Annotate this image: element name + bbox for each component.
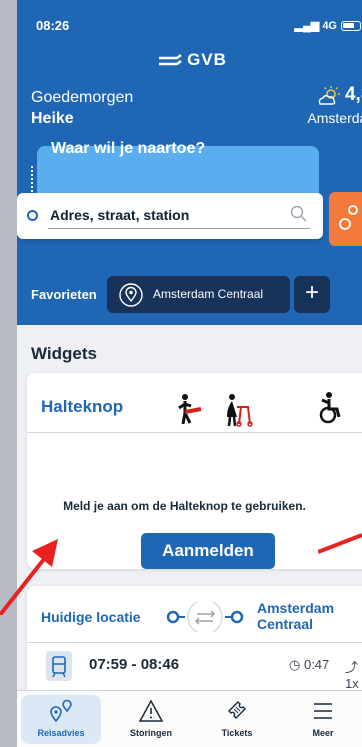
- trip-times: 07:59 - 08:46: [89, 656, 180, 673]
- screen: 08:26 ▂▄▆ 4G GVB Goedemorgen Heike 4,8° …: [0, 0, 362, 747]
- kicking-person-icon: [178, 394, 202, 425]
- tab-label: Meer: [312, 728, 334, 738]
- brand-name: GVB: [187, 50, 227, 69]
- temperature: 4,8°: [344, 84, 362, 105]
- origin-dot-icon: [27, 210, 38, 221]
- header: 08:26 ▂▄▆ 4G GVB Goedemorgen Heike 4,8° …: [17, 0, 362, 325]
- planner-title: Waar wil je naartoe?: [51, 140, 206, 157]
- trip-duration: ◷ 0:47: [289, 657, 329, 673]
- route-widget[interactable]: Huidige locatie Amsterdam Centraal 07:59…: [27, 586, 362, 704]
- brand-logo: GVB: [17, 50, 362, 70]
- add-favorite-button[interactable]: +: [294, 276, 330, 313]
- trip-changes-value: 1x: [345, 676, 359, 691]
- gvb-logo-icon: [159, 53, 182, 65]
- tab-label: Storingen: [130, 728, 172, 738]
- destination-search[interactable]: Adres, straat, station: [17, 193, 323, 239]
- route-to: Amsterdam Centraal: [257, 600, 335, 632]
- widgets-heading: Widgets: [31, 344, 97, 363]
- route-pins-icon: [339, 205, 358, 230]
- route-icon: [50, 699, 72, 723]
- warning-icon: [138, 699, 164, 722]
- trip-row[interactable]: 07:59 - 08:46 ◷ 0:47 ⤴ 1x: [27, 643, 362, 691]
- tab-label: Tickets: [221, 728, 253, 738]
- halteknop-message: Meld je aan om de Halteknop te gebruiken…: [63, 499, 306, 513]
- network-label: 4G: [322, 20, 337, 32]
- search-icon[interactable]: [290, 205, 308, 223]
- partly-sunny-icon: [318, 85, 340, 105]
- trip-changes: ⤴ 1x: [345, 657, 362, 691]
- tab-storingen[interactable]: Storingen: [111, 691, 191, 747]
- route-dotted-line: [31, 166, 33, 192]
- weather-city: Amsterdam: [307, 110, 362, 126]
- signal-icon: ▂▄▆: [294, 20, 323, 32]
- halteknop-title: Halteknop: [41, 397, 124, 416]
- halteknop-widget: Halteknop Meld je aan om de Halteknop te…: [27, 373, 362, 569]
- menu-icon: [314, 703, 332, 719]
- transfer-icon: ⤴: [345, 660, 359, 675]
- elderly-walker-icon: [227, 394, 253, 427]
- annotation-arrow-left: [0, 539, 58, 615]
- login-button[interactable]: Aanmelden: [141, 533, 275, 569]
- tab-label: Reisadvies: [37, 728, 85, 738]
- battery-icon: [341, 21, 361, 31]
- tab-reisadvies[interactable]: Reisadvies: [21, 695, 101, 744]
- ticket-icon: [228, 701, 246, 719]
- tab-tickets[interactable]: Tickets: [197, 691, 277, 747]
- search-underline: [48, 228, 310, 229]
- favorite-amsterdam-centraal[interactable]: Amsterdam Centraal: [107, 276, 290, 313]
- favorites-label: Favorieten: [31, 287, 97, 302]
- clock-icon: ◷: [289, 657, 304, 672]
- search-placeholder: Adres, straat, station: [50, 207, 190, 223]
- trip-duration-value: 0:47: [303, 657, 330, 672]
- halteknop-divider: [27, 432, 362, 433]
- annotation-arrow-right: [318, 533, 362, 554]
- location-pin-icon: [119, 283, 143, 307]
- route-map-button[interactable]: [329, 192, 362, 246]
- user-name: Heike: [31, 110, 74, 127]
- greeting: Goedemorgen: [31, 89, 134, 106]
- status-time: 08:26: [36, 18, 70, 33]
- tab-meer[interactable]: Meer: [283, 691, 362, 747]
- weather-widget[interactable]: 4,8° Amsterdam: [307, 84, 362, 126]
- app-screen: 08:26 ▂▄▆ 4G GVB Goedemorgen Heike 4,8° …: [17, 0, 362, 747]
- tram-icon: [46, 651, 72, 681]
- tab-bar: Reisadvies Storingen Tickets Meer: [17, 690, 362, 747]
- swap-route-icon[interactable]: [165, 602, 245, 632]
- network-indicator: ▂▄▆ 4G: [295, 19, 337, 32]
- status-bar: 08:26 ▂▄▆ 4G: [17, 18, 362, 38]
- wheelchair-icon: [319, 392, 341, 424]
- favorite-label: Amsterdam Centraal: [153, 287, 264, 301]
